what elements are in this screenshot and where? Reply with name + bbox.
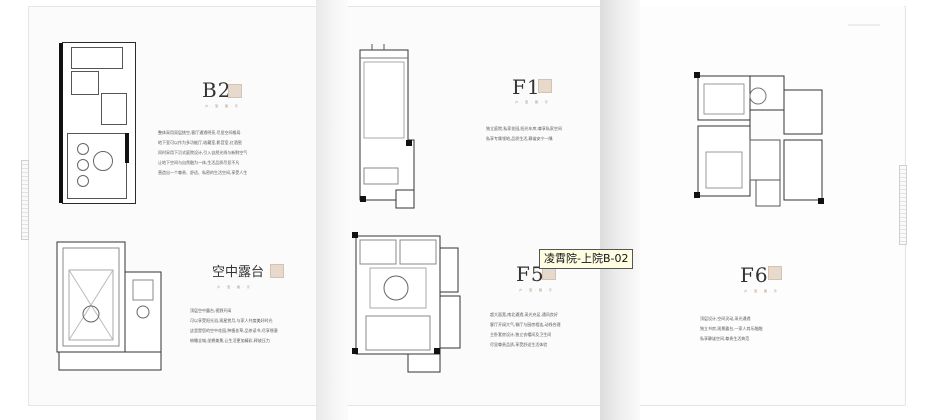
floor-plan-roof [55,240,165,372]
page-fold-right [600,0,640,420]
floor-plan-b2 [59,42,136,204]
section-subtitle-f5: 户 · 型 · 展 · 示 [519,288,553,292]
seal-stamp-icon [768,266,782,280]
section-text-f1: 独立庭院,私家花园,阳光车库,尊享私家空间 私享专属领地,品质生活,静谧安宁一隅 [486,124,562,144]
text-line: 私享静谧空间,尊贵生活典范 [700,336,750,341]
text-line: 整体采用双层挑空,客厅通透明亮,尽显空间格局 [158,130,241,135]
section-text-b2: 整体采用双层挑空,客厅通透明亮,尽显空间格局 地下室可以作为多功能厅,收藏室,影音… [158,128,247,178]
text-line: 客厅开阔大气,餐厅与厨房相连,动线合理 [490,322,561,327]
page-mark-icon [848,14,880,26]
text-line: 顶层设计,空间灵动,采光通透 [700,316,751,321]
text-line: 这里是您的空中花园,种植花草,品茶读书,尽享惬意 [190,328,278,333]
text-line: 主卧套房设计,独立衣帽间及卫生间 [490,332,552,337]
text-line: 尽显尊贵品质,享受舒适生活体验 [490,342,548,347]
floor-plan-f5 [352,232,464,378]
section-title-f6: F6 [740,263,769,287]
text-line: 同时采用下沉式庭院设计,引入自然光线与新鲜空气 [158,150,248,155]
text-line: 可以享受阳光浴,观星赏月,与家人共度美好时光 [190,318,273,323]
page-fold-left [316,0,348,420]
text-line: 独立庭院,私家花园,阳光车库,尊享私家空间 [486,126,562,131]
section-title-f1: F1 [512,75,541,99]
section-title-roof: 空中露台 [212,265,265,280]
seal-stamp-icon [538,79,552,93]
text-line: 营造出一个尊贵、舒适、私密的生活空间,享受人生 [158,170,248,175]
section-text-f5: 超大面宽,南北通透,采光充足,通风良好 客厅开阔大气,餐厅与厨房相连,动线合理 主卧… [490,310,561,350]
side-tab-left [21,160,29,240]
text-line: 俯瞰全城,坐拥美景,让生活更加精彩,释放压力 [190,338,270,343]
text-line: 让地下空间与自然融为一体,生活品质尽显不凡 [158,160,240,165]
section-text-f6: 顶层设计,空间灵动,采光通透独立书房,观景露台,一家人其乐融融 私享静谧空间,尊贵… [700,314,763,344]
section-subtitle-b2: 户 · 型 · 展 · 示 [205,104,239,108]
text-line: 顶层空中露台,视野开阔 [190,308,232,313]
side-tab-right [899,165,907,245]
floor-plan-f6 [694,70,826,210]
section-text-roof: 顶层空中露台,视野开阔可以享受阳光浴,观星赏月,与家人共度美好时光 这里是您的空中… [190,306,278,346]
section-title-b2: B2 [202,78,232,102]
seal-stamp-icon [270,264,284,278]
text-line: 独立书房,观景露台,一家人其乐融融 [700,326,763,331]
text-line: 地下室可以作为多功能厅,收藏室,影音室,红酒窖 [158,140,242,145]
hover-tooltip: 凌霄院-上院B-02 [539,249,634,269]
section-subtitle-f6: 户 · 型 · 展 · 示 [744,289,778,293]
section-subtitle-f1: 户 · 型 · 展 · 示 [515,100,549,104]
text-line: 私享专属领地,品质生活,静谧安宁一隅 [486,136,553,141]
text-line: 超大面宽,南北通透,采光充足,通风良好 [490,312,558,317]
section-subtitle-roof: 户 · 型 · 展 · 示 [217,285,251,289]
brochure-spread: B2 户 · 型 · 展 · 示 整体采用双层挑空,客厅通透明亮,尽显空间格局地… [0,0,941,420]
seal-stamp-icon [228,84,242,98]
floor-plan-f1 [350,40,420,210]
